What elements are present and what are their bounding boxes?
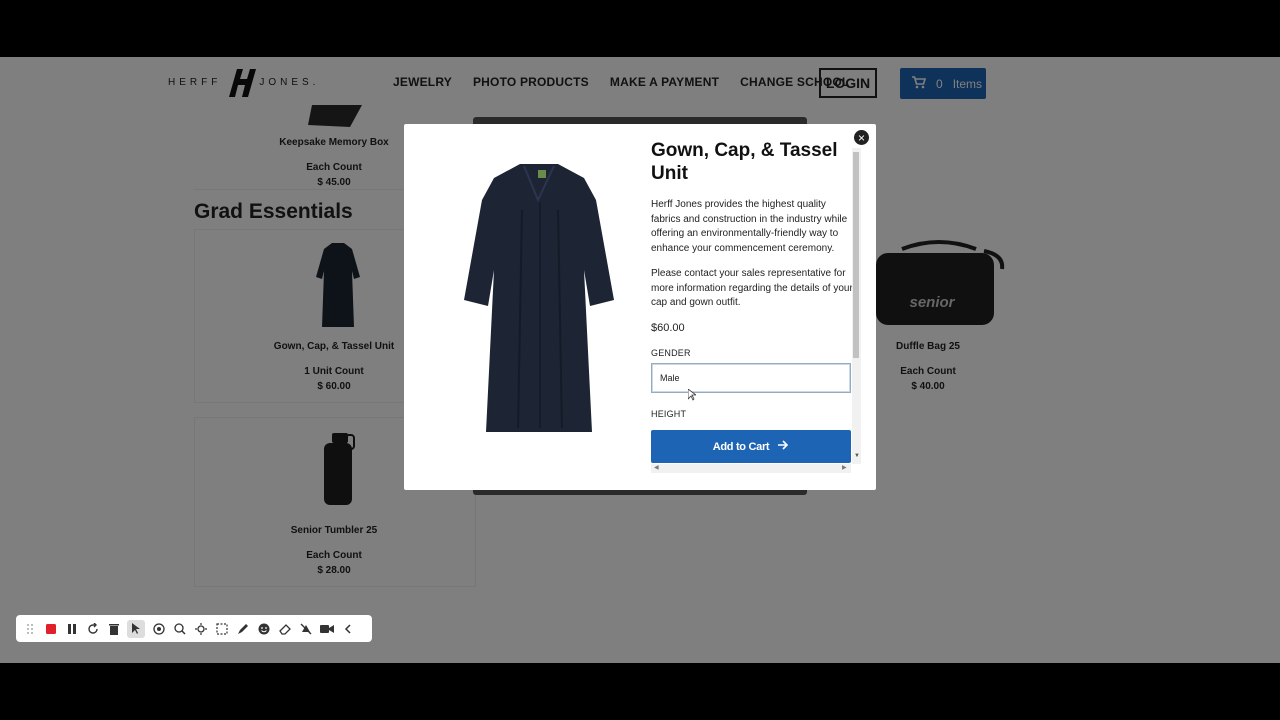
height-label: HEIGHT	[651, 409, 687, 419]
close-icon[interactable]: ×	[853, 129, 870, 146]
scroll-down-arrow-icon[interactable]: ▼	[854, 453, 860, 459]
gender-label: GENDER	[651, 348, 691, 358]
stop-record-icon[interactable]	[43, 621, 58, 636]
screen-recorder-toolbar	[16, 615, 372, 642]
emoji-icon[interactable]	[256, 621, 271, 636]
modal-horizontal-scrollbar[interactable]: ◀ ▶	[651, 464, 851, 473]
spotlight-icon[interactable]	[172, 621, 187, 636]
letterbox-top	[0, 0, 1280, 57]
clear-drawing-icon[interactable]	[298, 621, 313, 636]
modal-description: Herff Jones provides the highest quality…	[651, 199, 848, 254]
modal-title: Gown, Cap, & Tassel Unit	[651, 140, 838, 184]
add-to-cart-button[interactable]: Add to Cart	[651, 430, 851, 463]
scroll-left-arrow-icon[interactable]: ◀	[654, 464, 659, 471]
modal-description-2: Please contact your sales representative…	[651, 268, 853, 308]
pointer-tool-icon[interactable]	[127, 619, 145, 638]
region-select-icon[interactable]	[214, 621, 229, 636]
drag-handle-icon[interactable]	[22, 621, 37, 636]
pause-icon[interactable]	[64, 621, 79, 636]
scrollbar-thumb[interactable]	[853, 152, 859, 358]
scroll-right-arrow-icon[interactable]: ▶	[842, 464, 847, 471]
delete-icon[interactable]	[106, 621, 121, 636]
mouse-cursor-icon	[687, 388, 698, 406]
click-highlight-icon[interactable]	[151, 621, 166, 636]
magic-cursor-icon[interactable]	[193, 621, 208, 636]
gown-large-image	[462, 160, 616, 436]
arrow-right-icon	[777, 439, 789, 454]
pen-tool-icon[interactable]	[235, 621, 250, 636]
camera-icon[interactable]	[319, 621, 334, 636]
modal-vertical-scrollbar[interactable]: ▼	[852, 148, 861, 464]
collapse-toolbar-icon[interactable]	[340, 621, 355, 636]
letterbox-bottom	[0, 663, 1280, 720]
add-to-cart-label: Add to Cart	[712, 440, 770, 453]
modal-price: $60.00	[651, 322, 685, 334]
gender-select[interactable]: Male	[651, 363, 851, 393]
gender-value: Male	[660, 373, 680, 383]
restart-icon[interactable]	[85, 621, 100, 636]
eraser-icon[interactable]	[277, 621, 292, 636]
